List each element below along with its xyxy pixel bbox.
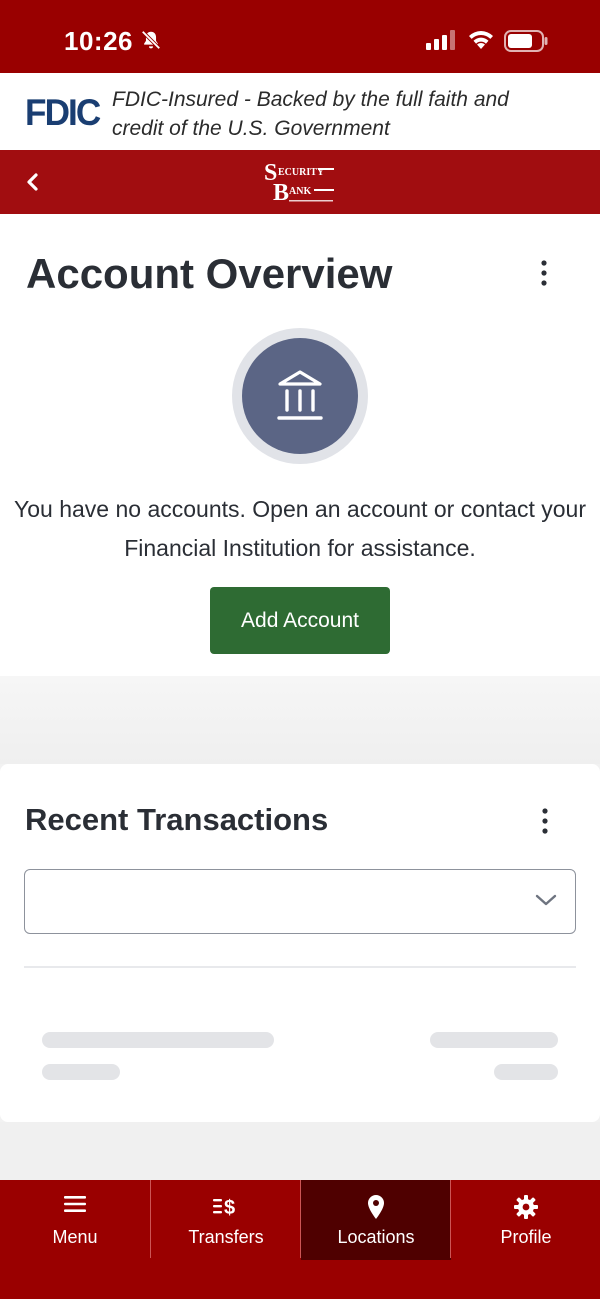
wifi-icon bbox=[469, 31, 493, 49]
security-bank-logo: S ECURITY B ANK bbox=[264, 160, 334, 206]
recent-transactions-card: Recent Transactions bbox=[0, 764, 600, 1122]
status-bar: 10:26 bbox=[0, 0, 600, 73]
add-account-button[interactable]: Add Account bbox=[210, 587, 390, 654]
more-options-icon[interactable] bbox=[535, 806, 555, 836]
bottom-tab-bar: Menu $ Transfers Locations Profile bbox=[0, 1180, 600, 1299]
fdic-text: FDIC-Insured - Backed by the full faith … bbox=[112, 88, 509, 140]
section-gap bbox=[0, 1122, 600, 1180]
tab-menu[interactable]: Menu bbox=[0, 1180, 150, 1260]
account-select-dropdown[interactable] bbox=[24, 869, 576, 934]
section-title: Recent Transactions bbox=[25, 802, 329, 837]
status-time: 10:26 bbox=[64, 26, 133, 56]
section-gap bbox=[0, 676, 600, 764]
gear-icon bbox=[514, 1195, 538, 1219]
svg-text:$: $ bbox=[224, 1197, 235, 1218]
bell-slash-icon bbox=[141, 30, 161, 50]
svg-text:B: B bbox=[273, 180, 289, 206]
nav-bar: S ECURITY B ANK bbox=[0, 150, 600, 214]
more-options-icon[interactable] bbox=[534, 258, 554, 288]
bank-building-icon bbox=[232, 328, 368, 464]
tab-label: Transfers bbox=[188, 1227, 264, 1247]
tab-label: Locations bbox=[337, 1227, 415, 1247]
account-overview-card: Account Overview You have no accounts. O… bbox=[0, 214, 600, 676]
no-accounts-message: You have no accounts. Open an account or… bbox=[14, 496, 586, 561]
tab-transfers[interactable]: $ Transfers bbox=[151, 1180, 301, 1260]
fdic-banner: FDIC FDIC-Insured - Backed by the full f… bbox=[0, 73, 600, 150]
chevron-down-icon bbox=[535, 894, 557, 906]
loading-placeholder bbox=[42, 1032, 274, 1048]
tab-label: Profile bbox=[500, 1227, 552, 1247]
battery-icon bbox=[504, 30, 548, 52]
loading-placeholder bbox=[430, 1032, 558, 1048]
loading-placeholder bbox=[42, 1064, 120, 1080]
signal-icon bbox=[426, 30, 455, 50]
tab-profile[interactable]: Profile bbox=[451, 1180, 600, 1260]
divider bbox=[24, 966, 576, 968]
chevron-left-icon[interactable] bbox=[20, 168, 46, 196]
loading-placeholder bbox=[494, 1064, 558, 1080]
fdic-logo: FDIC bbox=[25, 92, 101, 133]
tab-label: Menu bbox=[52, 1227, 98, 1247]
svg-text:ANK: ANK bbox=[289, 186, 311, 197]
tab-locations[interactable]: Locations bbox=[301, 1180, 451, 1260]
svg-text:ECURITY: ECURITY bbox=[278, 167, 325, 178]
map-pin-icon bbox=[368, 1195, 384, 1219]
page-title: Account Overview bbox=[26, 250, 393, 297]
hamburger-icon bbox=[64, 1196, 86, 1212]
transfer-dollar-icon: $ bbox=[213, 1197, 235, 1218]
